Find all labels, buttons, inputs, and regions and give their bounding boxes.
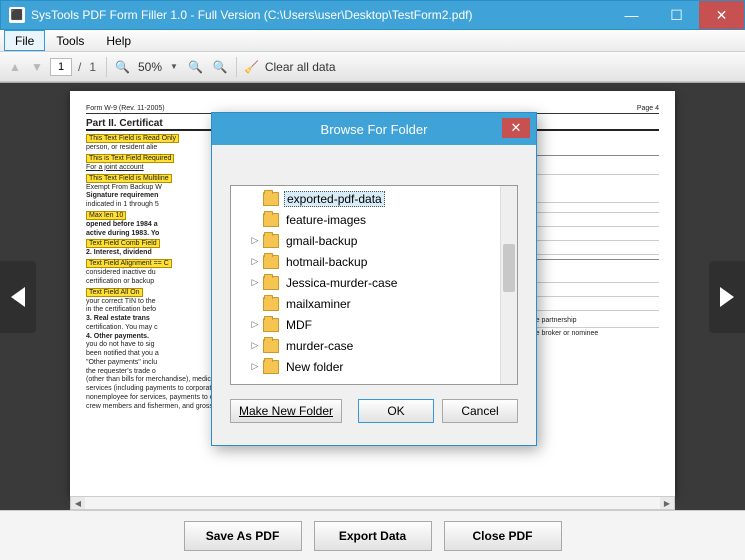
- folder-icon: [263, 339, 279, 353]
- app-icon: ⬛: [9, 7, 25, 23]
- form-id: Form W-9 (Rev. 11-2005): [86, 105, 165, 112]
- ok-button[interactable]: OK: [358, 399, 434, 423]
- tree-scrollbar[interactable]: [500, 186, 517, 384]
- folder-tree[interactable]: exported-pdf-data feature-images ▷ gmail-ba…: [230, 185, 518, 385]
- next-page-nav[interactable]: [709, 261, 745, 333]
- text-line: The partnership: [528, 317, 660, 326]
- zoom-in-icon[interactable]: 🔍: [188, 60, 203, 74]
- field-multiline[interactable]: This Text Field is Multiline: [86, 174, 172, 183]
- separator: [106, 57, 107, 77]
- folder-label: New folder: [284, 360, 345, 374]
- expand-icon[interactable]: ▷: [249, 340, 261, 351]
- cancel-button[interactable]: Cancel: [442, 399, 518, 423]
- folder-icon: [263, 360, 279, 374]
- folder-label: mailxaminer: [284, 297, 353, 311]
- folder-item[interactable]: ▷ Jessica-murder-case: [231, 272, 500, 293]
- folder-item[interactable]: ▷ gmail-backup: [231, 230, 500, 251]
- page-current-input[interactable]: 1: [50, 58, 72, 76]
- expand-icon[interactable]: ▷: [249, 319, 261, 330]
- page-up-button[interactable]: ▲: [6, 58, 24, 76]
- field-align[interactable]: Text Field Alignment == C: [86, 259, 172, 268]
- page-total: 1: [87, 60, 98, 74]
- separator: [236, 57, 237, 77]
- menubar: File Tools Help: [0, 30, 745, 52]
- folder-item[interactable]: exported-pdf-data: [231, 188, 500, 209]
- page-down-button[interactable]: ▼: [28, 58, 46, 76]
- folder-icon: [263, 192, 279, 206]
- expand-icon[interactable]: ▷: [249, 361, 261, 372]
- clear-icon[interactable]: 🧹: [245, 60, 259, 74]
- bottom-toolbar: Save As PDF Export Data Close PDF: [0, 510, 745, 560]
- field-maxlen[interactable]: Max len 10: [86, 211, 126, 220]
- save-as-pdf-button[interactable]: Save As PDF: [184, 521, 302, 551]
- scroll-track[interactable]: [85, 497, 660, 509]
- scroll-right-button[interactable]: ▶: [660, 497, 674, 509]
- scroll-left-button[interactable]: ◀: [71, 497, 85, 509]
- zoom-out-icon[interactable]: 🔍: [115, 60, 130, 74]
- zoom-dropdown[interactable]: ▼: [170, 62, 178, 71]
- expand-icon[interactable]: ▷: [249, 235, 261, 246]
- titlebar: ⬛ SysTools PDF Form Filler 1.0 - Full Ve…: [0, 0, 745, 30]
- dialog-title-text: Browse For Folder: [321, 122, 428, 137]
- folder-label: murder-case: [284, 339, 355, 353]
- folder-item[interactable]: ▷ New folder: [231, 356, 500, 377]
- folder-label: hotmail-backup: [284, 255, 369, 269]
- make-new-folder-button[interactable]: Make New Folder: [230, 399, 342, 423]
- folder-label: Jessica-murder-case: [284, 276, 399, 290]
- field-required[interactable]: This is Text Field Required: [86, 154, 174, 163]
- maximize-button[interactable]: ☐: [654, 1, 699, 29]
- folder-icon: [263, 318, 279, 332]
- menu-help[interactable]: Help: [95, 30, 142, 51]
- text-line: The broker or nominee: [528, 330, 660, 339]
- field-readonly[interactable]: This Text Field is Read Only: [86, 134, 179, 143]
- folder-item[interactable]: ▷ MDF: [231, 314, 500, 335]
- field-comb[interactable]: Text Field Comb Field: [86, 239, 160, 248]
- dialog-title: Browse For Folder ✕: [212, 113, 536, 145]
- folder-icon: [263, 297, 279, 311]
- horizontal-scrollbar[interactable]: ◀ ▶: [70, 496, 675, 510]
- folder-item[interactable]: feature-images: [231, 209, 500, 230]
- prev-arrow-icon: [11, 287, 25, 307]
- folder-icon: [263, 234, 279, 248]
- expand-icon[interactable]: ▷: [249, 277, 261, 288]
- folder-icon: [263, 255, 279, 269]
- folder-label: gmail-backup: [284, 234, 359, 248]
- next-arrow-icon: [720, 287, 734, 307]
- toolbar: ▲ ▼ 1 / 1 🔍 50% ▼ 🔍 🔍 🧹 Clear all data: [0, 52, 745, 82]
- folder-item[interactable]: mailxaminer: [231, 293, 500, 314]
- folder-label: MDF: [284, 318, 314, 332]
- zoom-fit-icon[interactable]: 🔍: [213, 60, 228, 74]
- clear-all-data-button[interactable]: Clear all data: [265, 60, 336, 74]
- field-all-on[interactable]: Text Field All On: [86, 288, 143, 297]
- window-title: SysTools PDF Form Filler 1.0 - Full Vers…: [31, 8, 609, 22]
- page-slash: /: [76, 60, 83, 74]
- menu-file[interactable]: File: [4, 30, 45, 51]
- scrollbar-thumb[interactable]: [503, 244, 515, 292]
- close-pdf-button[interactable]: Close PDF: [444, 521, 562, 551]
- minimize-button[interactable]: —: [609, 1, 654, 29]
- part-title: Part II. Certificat: [86, 118, 163, 129]
- folder-icon: [263, 276, 279, 290]
- menu-tools[interactable]: Tools: [45, 30, 95, 51]
- expand-icon[interactable]: ▷: [249, 256, 261, 267]
- browse-folder-dialog: Browse For Folder ✕ exported-pdf-data fea…: [211, 112, 537, 446]
- dialog-close-button[interactable]: ✕: [502, 118, 530, 138]
- folder-item[interactable]: ▷ hotmail-backup: [231, 251, 500, 272]
- zoom-level: 50%: [134, 60, 166, 74]
- export-data-button[interactable]: Export Data: [314, 521, 432, 551]
- prev-page-nav[interactable]: [0, 261, 36, 333]
- close-button[interactable]: ✕: [699, 1, 744, 29]
- folder-label: feature-images: [284, 213, 368, 227]
- folder-icon: [263, 213, 279, 227]
- page-number-label: Page 4: [637, 105, 659, 112]
- folder-label: exported-pdf-data: [284, 191, 385, 207]
- folder-item[interactable]: ▷ murder-case: [231, 335, 500, 356]
